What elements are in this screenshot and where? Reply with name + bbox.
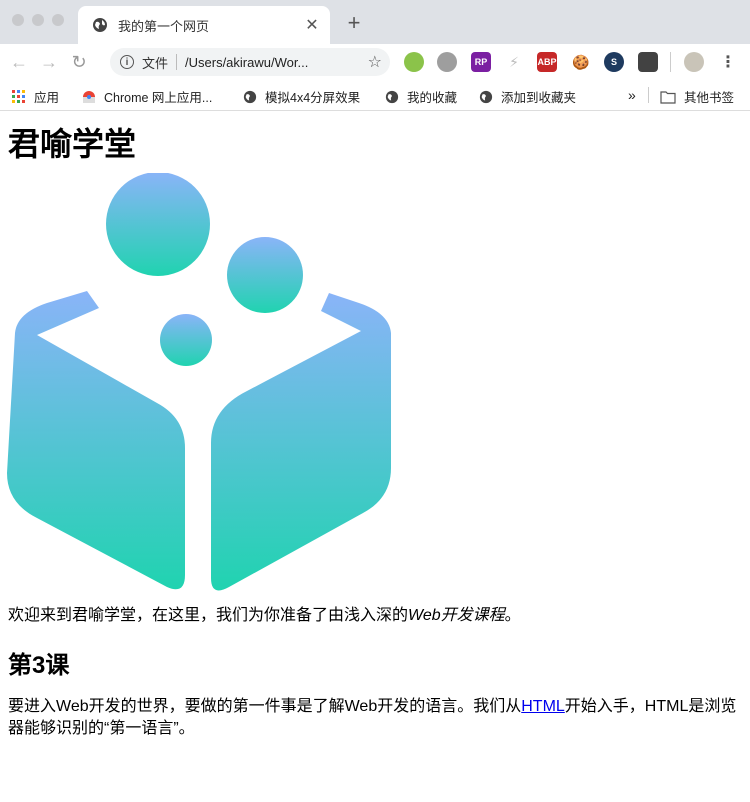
- bookmark-label: 添加到收藏夹: [501, 91, 577, 105]
- globe-icon: [93, 18, 107, 32]
- grey-circle-extension-icon[interactable]: [437, 52, 457, 72]
- intro-text: 欢迎来到君喻学堂，在这里，我们为你准备了由浅入深的: [8, 607, 409, 624]
- bookmark-label: 我的收藏: [407, 91, 458, 105]
- menu-kebab-icon[interactable]: ⋮: [718, 52, 738, 72]
- info-icon[interactable]: i: [120, 55, 134, 69]
- abp-extension-icon[interactable]: ABP: [537, 52, 557, 72]
- bookmark-other-folder[interactable]: 其他书签: [660, 87, 734, 106]
- page-heading: 君喻学堂: [8, 126, 137, 162]
- close-window-button[interactable]: [12, 14, 24, 26]
- back-icon[interactable]: ←: [8, 51, 30, 73]
- address-scheme-label: 文件: [142, 55, 169, 71]
- intro-end: 。: [504, 607, 521, 624]
- bookmark-item-split-screen[interactable]: 模拟4x4分屏效果: [243, 87, 360, 106]
- profile-avatar[interactable]: [684, 52, 704, 72]
- reload-icon[interactable]: ↻: [68, 51, 90, 73]
- window-controls: [12, 14, 64, 26]
- globe-icon: [243, 90, 257, 103]
- bookmarks-bar: 应用 Chrome 网上应用... 模拟4x4分屏效果 我的收藏 添加到收藏夹 …: [0, 80, 750, 111]
- address-divider: [176, 54, 178, 70]
- bookmark-item-favorites[interactable]: 我的收藏: [385, 87, 457, 106]
- s-extension-icon[interactable]: S: [604, 52, 624, 72]
- rp-extension-icon[interactable]: RP: [471, 52, 491, 72]
- globe-icon: [479, 90, 493, 103]
- shield-extension-icon[interactable]: [638, 52, 658, 72]
- lesson-title: 第3课: [8, 652, 70, 679]
- bookmark-apps-label: 应用: [34, 91, 60, 105]
- chrome-store-icon: [83, 90, 95, 103]
- apps-grid-icon: [12, 89, 25, 103]
- bookmark-item-add-favorites[interactable]: 添加到收藏夹: [479, 87, 576, 106]
- bookmark-apps[interactable]: 应用: [12, 87, 59, 106]
- new-tab-button[interactable]: +: [343, 10, 365, 36]
- browser-toolbar: ← → ↻ i 文件 /Users/akirawu/Wor... ☆ RP ⚡ AB…: [0, 44, 750, 80]
- bookmark-other-label: 其他书签: [684, 91, 735, 105]
- tab-title: 我的第一个网页: [118, 18, 210, 34]
- bookmarks-divider: [648, 87, 649, 103]
- address-url[interactable]: /Users/akirawu/Wor...: [185, 55, 364, 70]
- body-text: 要进入Web开发的世界，要做的第一件事是了解Web开发的语言。我们从: [8, 698, 522, 715]
- minimize-window-button[interactable]: [32, 14, 44, 26]
- cookie-extension-icon[interactable]: 🍪: [571, 52, 591, 72]
- bookmark-label: 模拟4x4分屏效果: [265, 91, 361, 105]
- address-bar[interactable]: i 文件 /Users/akirawu/Wor... ☆: [110, 48, 390, 76]
- browser-tab-strip: 我的第一个网页 ✕ +: [0, 0, 750, 44]
- intro-paragraph: 欢迎来到君喻学堂，在这里，我们为你准备了由浅入深的Web开发课程。: [8, 605, 742, 627]
- school-logo-image: [7, 173, 391, 591]
- bookmark-item-chrome-store[interactable]: Chrome 网上应用...: [82, 87, 212, 106]
- globe-icon: [385, 90, 399, 103]
- body-paragraph: 要进入Web开发的世界，要做的第一件事是了解Web开发的语言。我们从HTML开始…: [8, 696, 742, 740]
- lightning-extension-icon[interactable]: ⚡: [504, 52, 524, 72]
- html-link[interactable]: HTML: [521, 698, 565, 715]
- forward-icon[interactable]: →: [38, 51, 60, 73]
- bookmarks-overflow-button[interactable]: »: [628, 87, 636, 103]
- page-content: 君喻学堂 欢迎来到君喻学堂，在这里，我们为你准备了由浅入深的Web开发课程。 第…: [0, 125, 750, 740]
- bookmark-label: Chrome 网上应用...: [104, 91, 213, 105]
- intro-emphasis: Web开发课程: [408, 607, 505, 624]
- folder-icon: [660, 90, 676, 104]
- green-dot-extension-icon[interactable]: [404, 52, 424, 72]
- maximize-window-button[interactable]: [52, 14, 64, 26]
- browser-tab[interactable]: 我的第一个网页 ✕: [78, 6, 330, 44]
- bookmark-star-icon[interactable]: ☆: [368, 52, 382, 72]
- tab-close-icon[interactable]: ✕: [304, 15, 320, 35]
- toolbar-divider: [670, 52, 671, 72]
